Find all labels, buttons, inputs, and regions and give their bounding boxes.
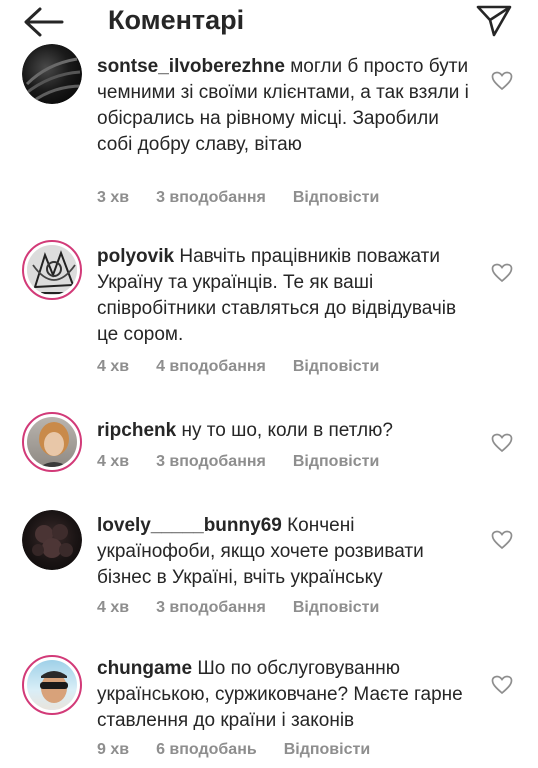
- comment-meta: 3 хв 3 вподобання Відповісти: [97, 188, 406, 208]
- heart-icon[interactable]: [491, 71, 513, 91]
- comment-time: 4 хв: [97, 358, 130, 375]
- comment-likes[interactable]: 6 вподобань: [156, 741, 257, 758]
- reply-button[interactable]: Відповісти: [284, 741, 370, 758]
- avatar[interactable]: [22, 44, 82, 104]
- avatar[interactable]: [22, 412, 82, 472]
- avatar[interactable]: [22, 655, 82, 715]
- comment-meta: 4 хв 3 вподобання Відповісти: [97, 452, 406, 472]
- avatar[interactable]: [22, 510, 82, 570]
- reply-button[interactable]: Відповісти: [293, 358, 379, 375]
- comment-username[interactable]: lovely_____bunny69: [97, 515, 282, 536]
- comment-username[interactable]: sontse_ilvoberezhne: [97, 56, 285, 77]
- comment-text: ripchenk ну то шо, коли в петлю?: [97, 418, 477, 444]
- reply-button[interactable]: Відповісти: [293, 189, 379, 206]
- comment-text: chungame Шо по обслуговуванню українсько…: [97, 656, 477, 734]
- header-bar: Коментарі: [0, 0, 538, 46]
- comment-meta: 9 хв 6 вподобань Відповісти: [97, 740, 397, 760]
- comment-time: 4 хв: [97, 599, 130, 616]
- page-title: Коментарі: [108, 5, 245, 35]
- heart-icon[interactable]: [491, 433, 513, 453]
- comment-text: polyovik Навчіть працівників поважати Ук…: [97, 244, 477, 348]
- paper-plane-icon[interactable]: [475, 4, 513, 38]
- comment-likes[interactable]: 3 вподобання: [156, 599, 266, 616]
- comment-meta: 4 хв 4 вподобання Відповісти: [97, 357, 406, 377]
- comment-username[interactable]: ripchenk: [97, 420, 176, 441]
- comment-likes[interactable]: 3 вподобання: [156, 453, 266, 470]
- comment-time: 4 хв: [97, 453, 130, 470]
- comment-likes[interactable]: 3 вподобання: [156, 189, 266, 206]
- comment-time: 9 хв: [97, 741, 130, 758]
- comment-likes[interactable]: 4 вподобання: [156, 358, 266, 375]
- reply-button[interactable]: Відповісти: [293, 599, 379, 616]
- comment-body: ну то шо, коли в петлю?: [181, 420, 393, 441]
- heart-icon[interactable]: [491, 263, 513, 283]
- comment-username[interactable]: polyovik: [97, 246, 174, 267]
- arrow-left-icon[interactable]: [22, 6, 66, 38]
- comment-time: 3 хв: [97, 189, 130, 206]
- heart-icon[interactable]: [491, 675, 513, 695]
- reply-button[interactable]: Відповісти: [293, 453, 379, 470]
- comment-username[interactable]: chungame: [97, 658, 192, 679]
- comment-text: sontse_ilvoberezhne могли б просто бути …: [97, 54, 477, 158]
- avatar[interactable]: [22, 240, 82, 300]
- heart-icon[interactable]: [491, 530, 513, 550]
- comment-text: lovely_____bunny69 Кончені українофоби, …: [97, 513, 477, 591]
- comment-meta: 4 хв 3 вподобання Відповісти: [97, 598, 406, 618]
